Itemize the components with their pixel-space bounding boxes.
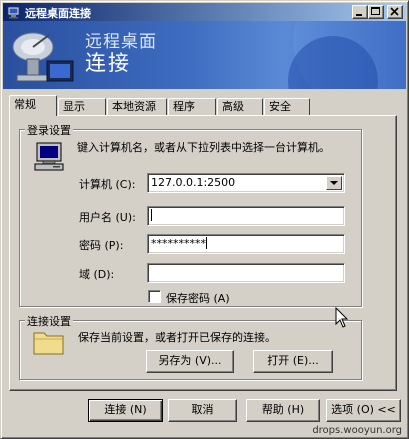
computer-value: 127.0.0.1:2500: [151, 176, 236, 189]
computer-art-icon: [46, 60, 74, 82]
domain-label: 域 (D):: [79, 268, 115, 281]
folder-icon: [32, 327, 66, 357]
tab-local-resources[interactable]: 本地资源: [107, 98, 167, 115]
minimize-button[interactable]: [352, 5, 368, 19]
mouse-cursor-icon: [335, 306, 349, 329]
tab-security[interactable]: 安全: [264, 98, 310, 115]
tab-programs[interactable]: 程序: [168, 98, 216, 115]
tab-advanced[interactable]: 高级: [217, 98, 263, 115]
open-button[interactable]: 打开 (E)...: [253, 350, 333, 373]
computer-combobox[interactable]: 127.0.0.1:2500: [147, 173, 345, 193]
remote-desktop-app-icon: [6, 4, 22, 20]
computer-dropdown-button[interactable]: [326, 176, 342, 190]
connection-description: 保存当前设置，或者打开已保存的连接。: [78, 331, 276, 344]
password-value: **********: [151, 237, 206, 250]
save-password-label[interactable]: 保存密码 (A): [166, 290, 230, 306]
window-title: 远程桌面连接: [25, 7, 91, 20]
computer-label: 计算机 (C):: [79, 178, 136, 191]
remote-desktop-window: 远程桌面连接 远程桌面 连接 常规 显示 本地资源 程序 高级 安全 登录设置 …: [0, 0, 409, 439]
username-label: 用户名 (U):: [79, 211, 136, 224]
text-caret: [151, 209, 152, 221]
options-button[interactable]: 选项 (O) <<: [326, 399, 401, 422]
save-password-checkbox[interactable]: [148, 290, 161, 303]
maximize-icon: [371, 7, 380, 15]
header-banner: 远程桌面 连接: [3, 21, 406, 89]
computer-monitor-icon: [34, 141, 66, 173]
banner-art: [12, 21, 406, 89]
username-field[interactable]: [147, 206, 345, 226]
banner-line2: 连接: [85, 51, 131, 75]
tab-general[interactable]: 常规: [9, 95, 57, 116]
help-button[interactable]: 帮助 (H): [246, 399, 320, 422]
chevron-down-icon: [330, 181, 338, 185]
login-settings-title: 登录设置: [25, 122, 73, 138]
password-label: 密码 (P):: [79, 239, 124, 252]
close-icon: [390, 7, 399, 16]
tab-display[interactable]: 显示: [58, 98, 106, 115]
login-description: 键入计算机名，或者从下拉列表中选择一台计算机。: [77, 141, 330, 154]
cancel-button[interactable]: 取消: [168, 399, 237, 422]
connect-button[interactable]: 连接 (N): [88, 399, 163, 422]
password-field[interactable]: **********: [147, 234, 345, 254]
domain-field[interactable]: [147, 263, 345, 283]
close-button[interactable]: [387, 5, 403, 19]
watermark-text: drops.wooyun.org: [312, 425, 402, 436]
save-as-button[interactable]: 另存为 (V)...: [146, 350, 234, 373]
title-bar[interactable]: 远程桌面连接: [3, 3, 406, 21]
minimize-icon: [356, 14, 362, 16]
maximize-button[interactable]: [368, 5, 384, 19]
text-caret: [206, 237, 207, 249]
